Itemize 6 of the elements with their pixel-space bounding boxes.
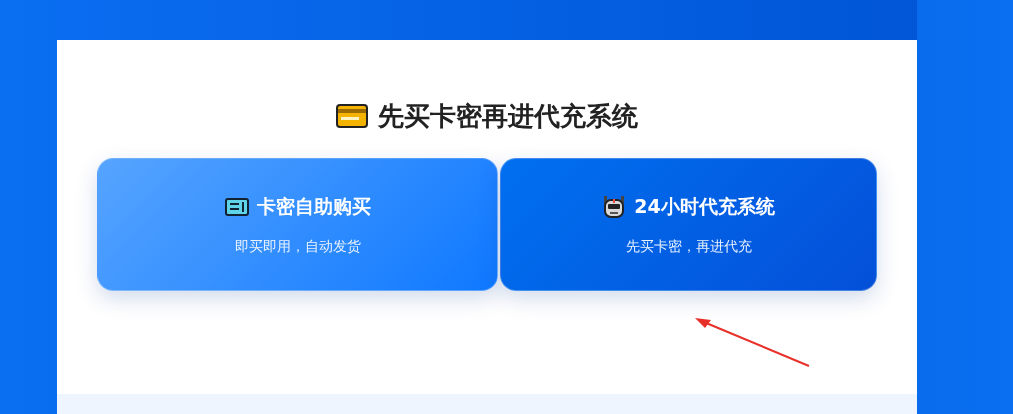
credit-card-icon [336,104,368,128]
robot-head-icon [602,194,627,219]
ticket-icon [224,197,249,216]
section-title: 先买卡密再进代充系统 [378,99,638,133]
feature-card[interactable]: 24小时代充系统 先买卡密，再进代充 [500,158,877,291]
feature-card[interactable]: 卡密自助购买 即买即用，自动发货 [97,158,498,291]
